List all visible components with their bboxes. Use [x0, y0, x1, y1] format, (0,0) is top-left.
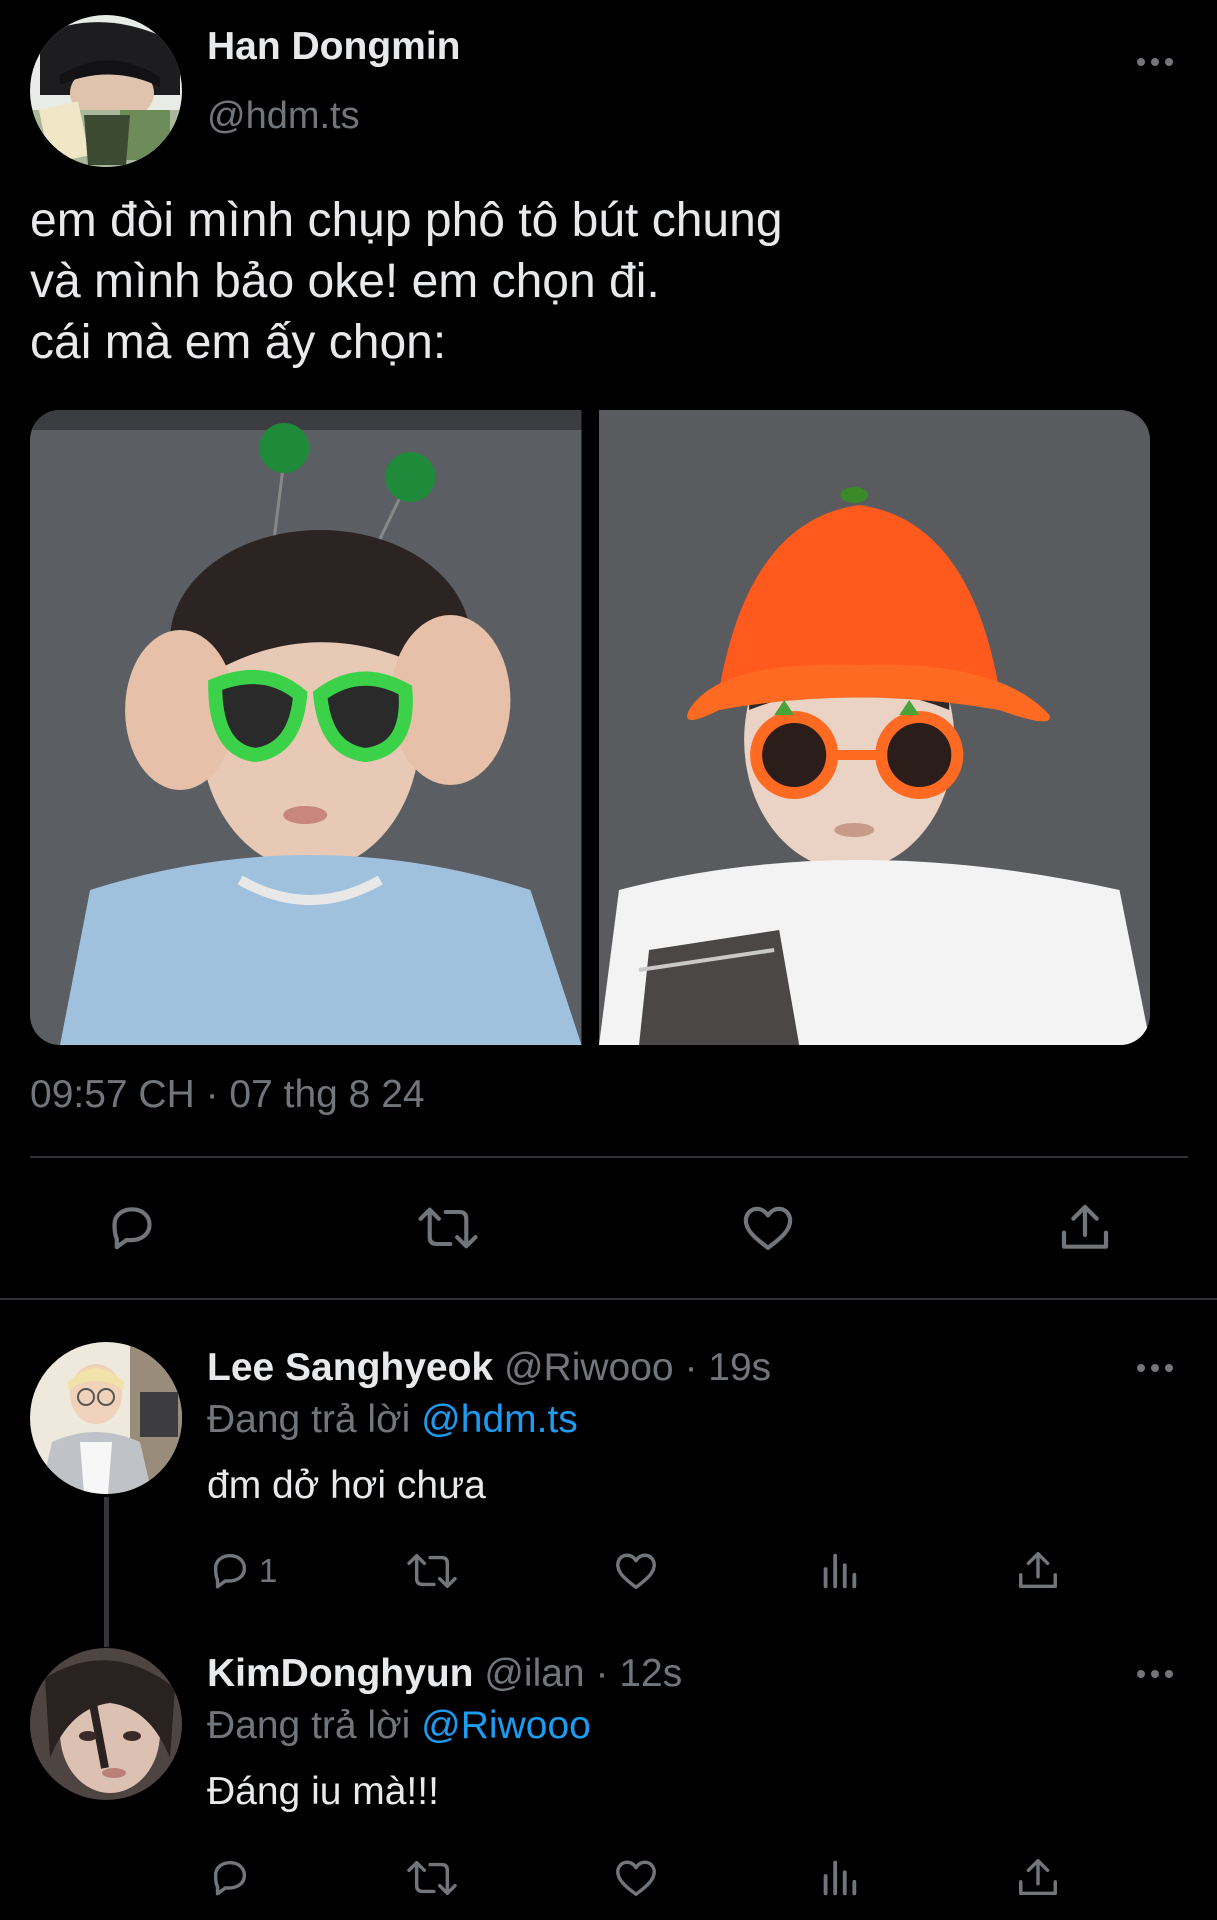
like-button[interactable]: [738, 1200, 798, 1256]
reply-time[interactable]: 12s: [619, 1652, 682, 1695]
like-icon: [616, 1860, 656, 1897]
reply-author-name[interactable]: KimDonghyun: [207, 1652, 473, 1695]
reply-author-handle[interactable]: @Riwooo: [504, 1346, 674, 1389]
like-button[interactable]: [611, 1548, 661, 1594]
like-icon: [743, 1206, 793, 1250]
reply-text: Đáng iu mà!!!: [207, 1770, 439, 1813]
analytics-icon: [823, 1553, 857, 1589]
tweet-text: em đòi mình chụp phô tô bút chung và mìn…: [30, 194, 783, 369]
retweet-icon: [418, 1207, 478, 1249]
author-name[interactable]: Han Dongmin: [207, 25, 460, 69]
share-icon: [1019, 1859, 1057, 1896]
reply-avatar[interactable]: [30, 1648, 182, 1800]
author-avatar[interactable]: [30, 15, 182, 167]
reply-header: Lee Sanghyeok @Riwooo · 19s: [207, 1346, 771, 1390]
reply-text: đm dở hơi chưa: [207, 1464, 486, 1507]
share-icon: [1061, 1204, 1109, 1249]
analytics-icon: [823, 1860, 857, 1896]
thread-line: [104, 1497, 109, 1647]
separator-dot: ·: [684, 1346, 698, 1389]
replying-to-label: Đang trả lời: [207, 1704, 411, 1747]
photo-orange-bucket-hat[interactable]: [598, 410, 1150, 1045]
reply-button[interactable]: 1: [207, 1548, 277, 1594]
like-icon: [616, 1553, 656, 1590]
replying-to-mention[interactable]: @hdm.ts: [421, 1398, 578, 1441]
section-divider: [0, 1298, 1217, 1300]
separator-dot: ·: [595, 1652, 609, 1695]
reply-author-name[interactable]: Lee Sanghyeok: [207, 1346, 493, 1389]
retweet-button[interactable]: [416, 1200, 480, 1256]
reply-avatar[interactable]: [30, 1342, 182, 1494]
analytics-button[interactable]: [816, 1855, 862, 1901]
like-button[interactable]: [611, 1855, 661, 1901]
reply-header: KimDonghyun @ilan · 12s: [207, 1652, 682, 1696]
reply-button[interactable]: [207, 1855, 253, 1901]
reply-icon: [112, 1207, 152, 1250]
reply-time[interactable]: 19s: [708, 1346, 771, 1389]
share-button[interactable]: [1057, 1200, 1113, 1256]
author-handle[interactable]: @hdm.ts: [207, 95, 360, 138]
tweet-media[interactable]: [30, 410, 1150, 1045]
replying-to-label: Đang trả lời: [207, 1398, 411, 1441]
reply-button[interactable]: [104, 1200, 160, 1256]
share-button[interactable]: [1015, 1855, 1061, 1901]
retweet-button[interactable]: [405, 1548, 459, 1594]
share-button[interactable]: [1015, 1548, 1061, 1594]
analytics-button[interactable]: [816, 1548, 862, 1594]
more-options-icon[interactable]: [1131, 52, 1179, 72]
tweet-timestamp[interactable]: 09:57 CH · 07 thg 8 24: [30, 1073, 425, 1117]
replying-to: Đang trả lời @Riwooo: [207, 1704, 591, 1748]
photo-green-alien-headband[interactable]: [30, 410, 582, 1045]
reply-icon: [213, 1553, 247, 1589]
more-options-icon[interactable]: [1131, 1664, 1179, 1684]
reply-author-handle[interactable]: @ilan: [484, 1652, 584, 1695]
more-options-icon[interactable]: [1131, 1358, 1179, 1378]
retweet-icon: [407, 1553, 457, 1589]
replying-to-mention[interactable]: @Riwooo: [421, 1704, 591, 1747]
retweet-button[interactable]: [405, 1855, 459, 1901]
retweet-icon: [407, 1860, 457, 1896]
replying-to: Đang trả lời @hdm.ts: [207, 1398, 578, 1442]
divider: [30, 1156, 1188, 1158]
reply-icon: [213, 1860, 247, 1896]
share-icon: [1019, 1552, 1057, 1589]
reply-count: 1: [259, 1552, 278, 1589]
